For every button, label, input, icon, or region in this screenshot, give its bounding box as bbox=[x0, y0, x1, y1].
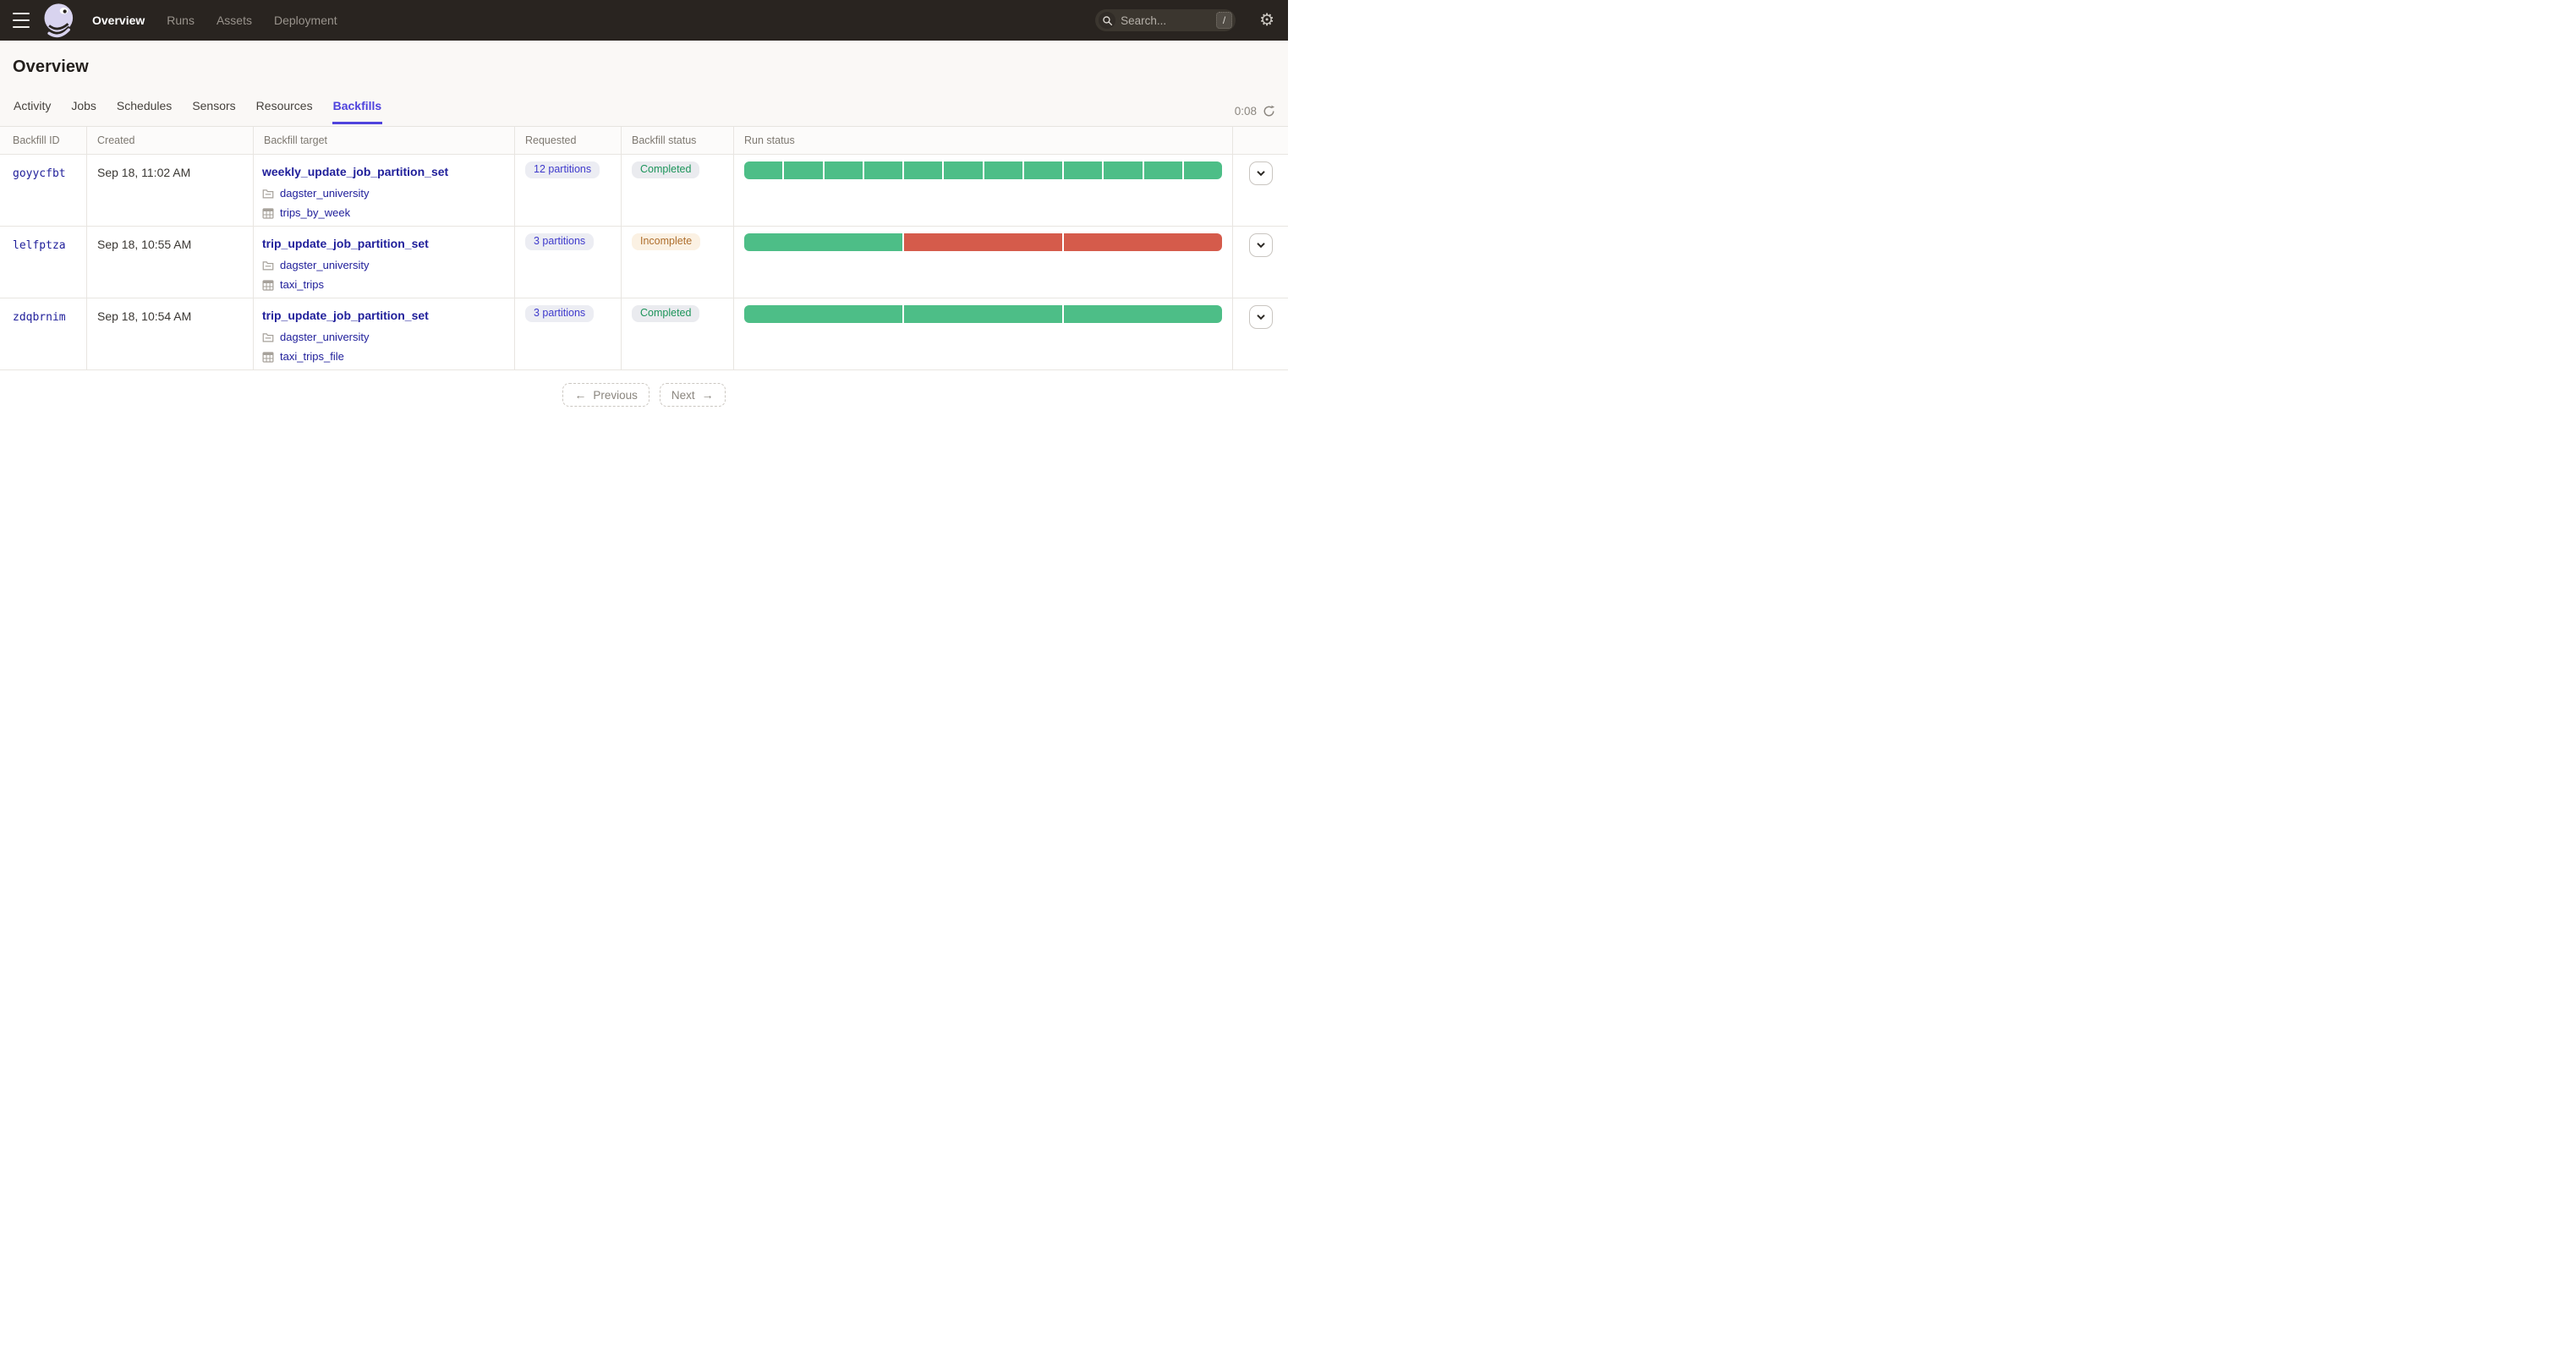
table-header-row: Backfill ID Created Backfill target Requ… bbox=[0, 127, 1288, 155]
refresh-timer: 0:08 bbox=[1234, 105, 1257, 118]
refresh-icon[interactable] bbox=[1263, 105, 1275, 118]
requested-partitions-badge[interactable]: 3 partitions bbox=[525, 233, 595, 250]
chevron-down-icon bbox=[1256, 314, 1266, 320]
run-segment-success[interactable] bbox=[904, 305, 1062, 323]
run-segment-success[interactable] bbox=[744, 233, 902, 251]
column-header-backfill-id: Backfill ID bbox=[0, 127, 87, 155]
tab-activity[interactable]: Activity bbox=[13, 89, 52, 124]
run-segment-failure[interactable] bbox=[904, 233, 1062, 251]
pagination: ← Previous Next → bbox=[0, 383, 1288, 407]
backfill-target-link[interactable]: trip_update_job_partition_set bbox=[262, 309, 429, 322]
run-segment-success[interactable] bbox=[984, 161, 1022, 179]
column-header-actions bbox=[1233, 127, 1288, 155]
backfill-target-link[interactable]: weekly_update_job_partition_set bbox=[262, 165, 448, 178]
tab-jobs[interactable]: Jobs bbox=[70, 89, 97, 124]
table-row: goyycfbt Sep 18, 11:02 AM weekly_update_… bbox=[0, 155, 1288, 227]
column-header-run-status: Run status bbox=[734, 127, 1233, 155]
page-header: Overview Activity Jobs Schedules Sensors… bbox=[0, 41, 1288, 127]
run-segment-success[interactable] bbox=[1104, 161, 1143, 179]
code-location-link[interactable]: dagster_university bbox=[280, 331, 370, 343]
table-row: lelfptza Sep 18, 10:55 AM trip_update_jo… bbox=[0, 227, 1288, 298]
backfill-id-link[interactable]: zdqbrnim bbox=[13, 311, 66, 324]
chevron-down-icon bbox=[1256, 170, 1266, 177]
run-segment-success[interactable] bbox=[1183, 161, 1222, 179]
column-header-backfill-status: Backfill status bbox=[622, 127, 734, 155]
column-header-requested: Requested bbox=[515, 127, 622, 155]
partition-grid-icon bbox=[262, 207, 274, 219]
row-actions-button[interactable] bbox=[1248, 233, 1273, 257]
run-segment-success[interactable] bbox=[824, 161, 863, 179]
nav-item-runs[interactable]: Runs bbox=[167, 14, 195, 27]
created-timestamp: Sep 18, 10:55 AM bbox=[87, 227, 254, 298]
run-segment-success[interactable] bbox=[944, 161, 983, 179]
code-location-link[interactable]: dagster_university bbox=[280, 188, 370, 200]
tab-sensors[interactable]: Sensors bbox=[191, 89, 236, 124]
folder-icon bbox=[262, 189, 274, 199]
nav-item-deployment[interactable]: Deployment bbox=[274, 14, 337, 27]
backfill-status-badge: Completed bbox=[632, 161, 700, 178]
folder-icon bbox=[262, 332, 274, 342]
run-segment-success[interactable] bbox=[904, 161, 943, 179]
code-location-link[interactable]: dagster_university bbox=[280, 260, 370, 271]
row-actions-button[interactable] bbox=[1248, 305, 1273, 329]
column-header-created: Created bbox=[87, 127, 254, 155]
requested-partitions-badge[interactable]: 12 partitions bbox=[525, 161, 600, 178]
tab-resources[interactable]: Resources bbox=[255, 89, 314, 124]
nav-item-assets[interactable]: Assets bbox=[216, 14, 252, 27]
next-label: Next bbox=[671, 388, 695, 402]
refresh-countdown: 0:08 bbox=[1235, 105, 1275, 118]
page-title: Overview bbox=[13, 57, 89, 76]
run-segment-success[interactable] bbox=[1023, 161, 1062, 179]
asset-link[interactable]: taxi_trips bbox=[280, 279, 324, 291]
created-timestamp: Sep 18, 11:02 AM bbox=[87, 155, 254, 227]
run-status-bar bbox=[744, 161, 1222, 179]
slash-shortcut-key: / bbox=[1216, 12, 1233, 29]
overview-tabs: Activity Jobs Schedules Sensors Resource… bbox=[13, 89, 1275, 124]
backfill-target-link[interactable]: trip_update_job_partition_set bbox=[262, 237, 429, 250]
asset-link[interactable]: taxi_trips_file bbox=[280, 351, 344, 363]
gear-icon[interactable]: ⚙ bbox=[1259, 12, 1274, 29]
next-page-button[interactable]: Next → bbox=[659, 383, 726, 407]
created-timestamp: Sep 18, 10:54 AM bbox=[87, 298, 254, 370]
arrow-right-icon: → bbox=[701, 388, 714, 402]
previous-label: Previous bbox=[593, 388, 638, 402]
search-input[interactable] bbox=[1121, 14, 1214, 27]
chevron-down-icon bbox=[1256, 242, 1266, 249]
primary-nav: Overview Runs Assets Deployment bbox=[92, 14, 337, 27]
dagster-logo-icon[interactable] bbox=[41, 3, 77, 38]
previous-page-button[interactable]: ← Previous bbox=[562, 383, 649, 407]
nav-item-overview[interactable]: Overview bbox=[92, 14, 145, 27]
tab-backfills[interactable]: Backfills bbox=[332, 89, 383, 124]
run-segment-success[interactable] bbox=[1064, 161, 1103, 179]
partition-grid-icon bbox=[262, 279, 274, 291]
row-actions-button[interactable] bbox=[1248, 161, 1273, 185]
search-icon bbox=[1099, 12, 1116, 29]
requested-partitions-badge[interactable]: 3 partitions bbox=[525, 305, 595, 322]
backfill-status-badge: Completed bbox=[632, 305, 700, 322]
hamburger-menu-icon[interactable] bbox=[13, 12, 33, 29]
backfill-status-badge: Incomplete bbox=[632, 233, 701, 250]
folder-icon bbox=[262, 260, 274, 271]
top-navbar: Overview Runs Assets Deployment / ⚙ bbox=[0, 0, 1288, 41]
run-segment-success[interactable] bbox=[744, 305, 902, 323]
table-row: zdqbrnim Sep 18, 10:54 AM trip_update_jo… bbox=[0, 298, 1288, 370]
backfills-table: Backfill ID Created Backfill target Requ… bbox=[0, 127, 1288, 370]
arrow-left-icon: ← bbox=[574, 388, 587, 402]
app-root: Overview Runs Assets Deployment / ⚙ Over… bbox=[0, 0, 1288, 684]
column-header-backfill-target: Backfill target bbox=[254, 127, 515, 155]
run-segment-success[interactable] bbox=[1143, 161, 1182, 179]
run-segment-success[interactable] bbox=[744, 161, 783, 179]
backfill-id-link[interactable]: goyycfbt bbox=[13, 167, 66, 180]
partition-grid-icon bbox=[262, 351, 274, 363]
backfill-id-link[interactable]: lelfptza bbox=[13, 239, 66, 252]
run-segment-success[interactable] bbox=[863, 161, 902, 179]
search-bar[interactable]: / bbox=[1095, 9, 1236, 31]
run-segment-success[interactable] bbox=[784, 161, 823, 179]
run-segment-failure[interactable] bbox=[1064, 233, 1222, 251]
asset-link[interactable]: trips_by_week bbox=[280, 207, 350, 219]
run-status-bar bbox=[744, 233, 1222, 251]
run-status-bar bbox=[744, 305, 1222, 323]
run-segment-success[interactable] bbox=[1064, 305, 1222, 323]
tab-schedules[interactable]: Schedules bbox=[116, 89, 173, 124]
